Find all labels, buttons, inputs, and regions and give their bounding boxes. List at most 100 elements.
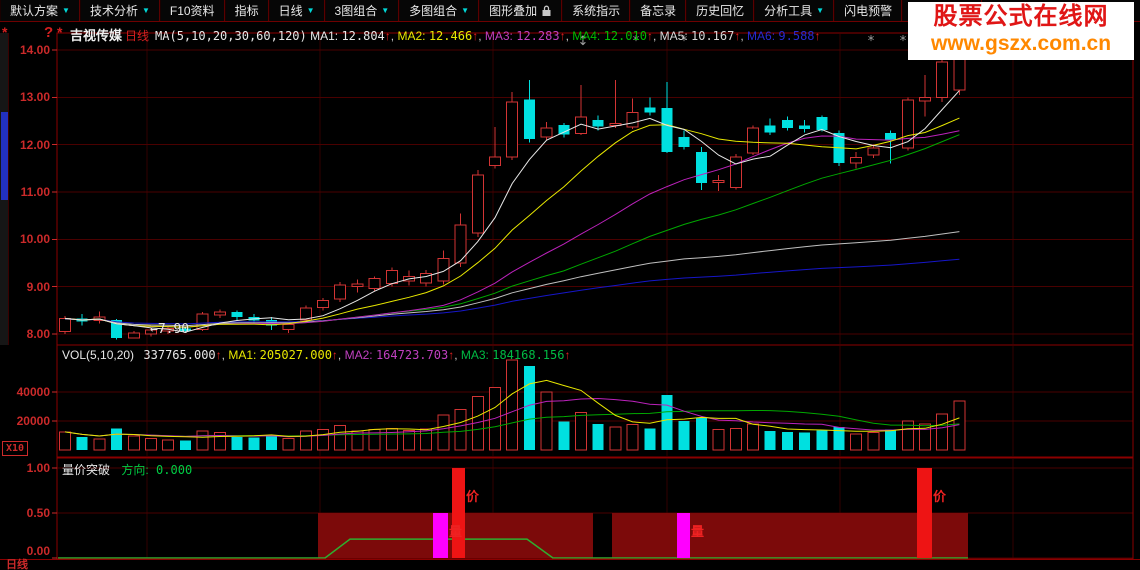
volume-axis-multiplier: X10	[2, 441, 28, 456]
lowest-price-label: ←7.90	[150, 322, 189, 337]
menu-item-2[interactable]: 技术分析 ▼	[80, 0, 160, 21]
menu-item-label: 技术分析	[90, 2, 138, 19]
price-breakout-marker: 价	[466, 489, 480, 504]
price-breakout-bar	[917, 468, 932, 558]
direction-label: 方向:	[121, 463, 148, 477]
menu-item-3[interactable]: F10资料	[160, 0, 225, 21]
ma-item-label: MA2:	[341, 348, 376, 362]
ma-item-label: MA4:	[569, 29, 604, 43]
ma-item-value: 12.010	[604, 29, 647, 43]
watermark-site-name: 股票公式在线网	[908, 2, 1134, 31]
dropdown-caret-icon: ▼	[142, 7, 150, 15]
menu-item-12[interactable]: 分析工具 ▼	[754, 0, 834, 21]
ma-item-value: 184168.156	[492, 348, 564, 362]
menu-item-label: 历史回忆	[696, 2, 744, 19]
ma-item-label: MA5:	[656, 29, 691, 43]
ma-item-value: 9.588	[778, 29, 814, 43]
ma-item-label: MA1:	[310, 29, 341, 43]
menu-item-7[interactable]: 多图组合 ▼	[399, 0, 479, 21]
ma-item-label: MA6:	[744, 29, 779, 43]
menu-item-label: 3图组合	[335, 2, 378, 19]
dropdown-caret-icon: ▼	[461, 7, 469, 15]
menu-item-label: 闪电预警	[844, 2, 892, 19]
volume-header: VOL(5,10,20) 337765.000↑, MA1: 205027.00…	[62, 348, 570, 362]
price-axis-label: 12.00	[0, 138, 50, 152]
volume-axis-label: 20000	[0, 414, 50, 428]
dropdown-caret-icon: ▼	[816, 7, 824, 15]
menu-item-label: 分析工具	[764, 2, 812, 19]
volume-breakout-bar	[677, 513, 690, 558]
indicator-axis-label: 0.50	[0, 506, 50, 520]
menu-item-8[interactable]: 图形叠加	[479, 0, 562, 21]
volume-ma-values: MA1: 205027.000↑, MA2: 164723.703↑, MA3:…	[228, 348, 570, 362]
volume-label: VOL(5,10,20)	[62, 348, 134, 362]
price-axis-label: 14.00	[0, 43, 50, 57]
period-label[interactable]: 日线	[125, 29, 149, 43]
price-breakout-marker: 价	[933, 489, 947, 504]
volume-axis-label: 40000	[0, 385, 50, 399]
menu-item-9[interactable]: 系统指示	[562, 0, 630, 21]
menu-item-5[interactable]: 日线 ▼	[269, 0, 325, 21]
signal-mark-icon: *	[900, 34, 907, 49]
indicator-header: 量价突破 方向: 0.000	[62, 461, 192, 478]
up-arrow-icon: ↑	[564, 348, 570, 362]
signal-mark-icon: *	[868, 34, 875, 49]
price-breakout-bar	[452, 468, 465, 558]
menu-item-label: 图形叠加	[489, 2, 537, 19]
ma-item-label: MA3:	[482, 29, 517, 43]
chart-area[interactable]: 价价量量←7.90↕****	[0, 0, 1140, 570]
ma-item-value: 164723.703	[376, 348, 448, 362]
indicator-gear-icon[interactable]: *	[57, 24, 62, 40]
volume-breakout-marker: 量	[691, 524, 704, 539]
ma-item-value: 12.466	[429, 29, 472, 43]
help-icon[interactable]: ?	[44, 24, 53, 41]
menu-item-label: 备忘录	[640, 2, 676, 19]
menu-item-1[interactable]: 默认方案 ▼	[0, 0, 80, 21]
volume-current-value: 337765.000	[143, 348, 215, 362]
volume-breakout-bar	[433, 513, 448, 558]
watermark: 股票公式在线网 www.gszx.com.cn	[908, 2, 1134, 60]
ma-item-value: 12.804	[341, 29, 384, 43]
menu-item-11[interactable]: 历史回忆	[686, 0, 754, 21]
price-axis-label: 10.00	[0, 232, 50, 246]
menu-item-label: F10资料	[170, 2, 215, 19]
menu-item-label: 多图组合	[409, 2, 457, 19]
ma-item-label: MA2:	[394, 29, 429, 43]
indicator-axis-label: 0.00	[0, 544, 50, 558]
ma-item-label: MA1:	[228, 348, 259, 362]
indicator-axis-label: 1.00	[0, 461, 50, 475]
menu-item-6[interactable]: 3图组合▼	[325, 0, 400, 21]
ma-values: MA1: 12.804↑, MA2: 12.466↑, MA3: 12.283↑…	[310, 29, 820, 43]
direction-value: 0.000	[156, 463, 192, 477]
lock-icon	[541, 5, 552, 17]
ma-settings-label: MA(5,10,20,30,60,120)	[155, 29, 307, 43]
dropdown-caret-icon: ▼	[62, 7, 70, 15]
indicator-name[interactable]: 量价突破	[62, 463, 110, 477]
menu-item-10[interactable]: 备忘录	[630, 0, 686, 21]
menu-item-label: 系统指示	[572, 2, 620, 19]
price-axis-label: 9.00	[0, 280, 50, 294]
volume-breakout-marker: 量	[449, 524, 462, 539]
status-bar: 日线	[0, 559, 1140, 570]
price-axis-label: 11.00	[0, 185, 50, 199]
menu-item-label: 默认方案	[10, 2, 58, 19]
ma-item-value: 12.283	[516, 29, 559, 43]
menu-item-label: 指标	[235, 2, 259, 19]
chart-header: 吉视传媒日线 MA(5,10,20,30,60,120) MA1: 12.804 ↑…	[70, 25, 821, 44]
price-axis-label: 8.00	[0, 327, 50, 341]
ma-item-label: MA3:	[458, 348, 493, 362]
dropdown-caret-icon: ▼	[307, 7, 315, 15]
menu-item-label: 日线	[279, 2, 303, 19]
up-arrow-icon: ↑	[815, 29, 821, 43]
dropdown-caret-icon: ▼	[381, 7, 389, 15]
ma-item-value: 10.167	[691, 29, 734, 43]
gear-icon[interactable]: *	[2, 24, 7, 40]
indicator-band	[612, 513, 968, 558]
watermark-url: www.gszx.com.cn	[908, 31, 1134, 56]
status-period-label[interactable]: 日线	[6, 559, 28, 570]
stock-name: 吉视传媒	[70, 28, 122, 43]
ma-item-value: 205027.000	[260, 348, 332, 362]
app-window: 价价量量←7.90↕**** 默认方案▼技术分析▼F10资料指标日线▼3图组合▼…	[0, 0, 1140, 570]
menu-item-4[interactable]: 指标	[225, 0, 269, 21]
menu-item-13[interactable]: 闪电预警	[834, 0, 902, 21]
